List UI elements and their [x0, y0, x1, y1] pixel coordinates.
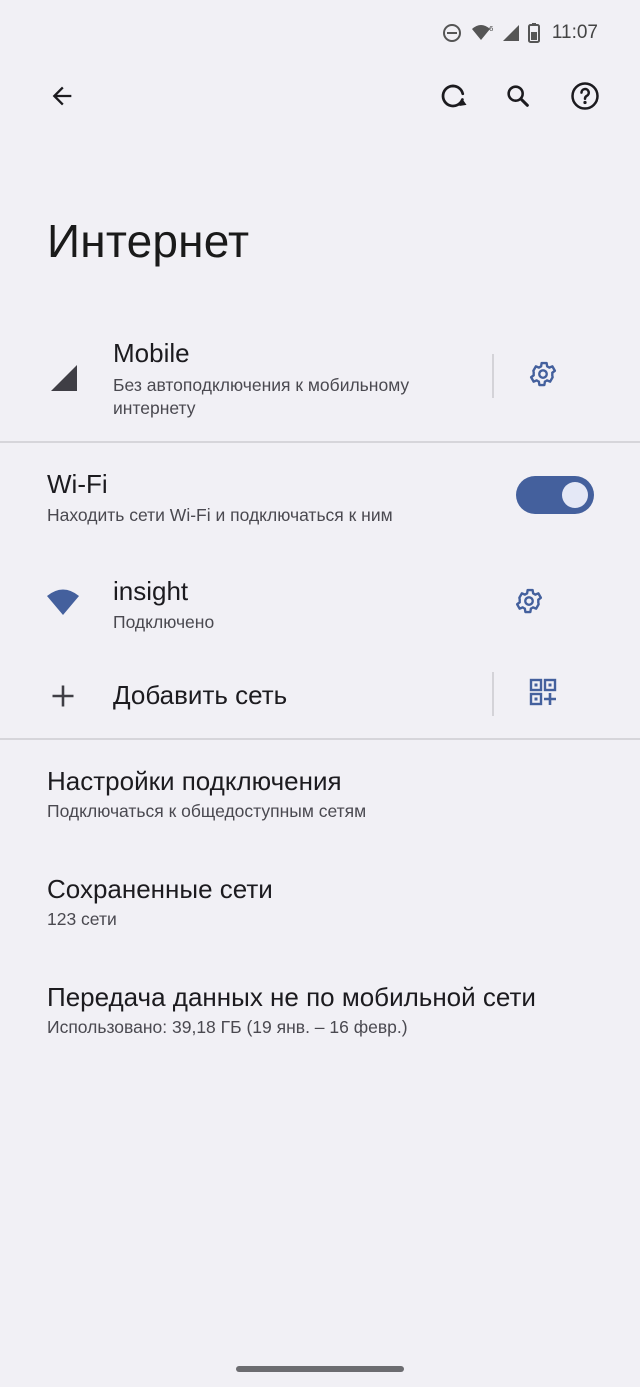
- non-mobile-data-row[interactable]: Передача данных не по мобильной сети Исп…: [0, 968, 640, 1062]
- connection-settings-subtitle: Подключаться к общедоступным сетям: [47, 801, 367, 821]
- connection-settings-title: Настройки подключения: [47, 766, 342, 796]
- network-status: Подключено: [113, 612, 215, 632]
- back-button[interactable]: [38, 74, 86, 122]
- plus-icon: [49, 682, 77, 715]
- section-divider: [0, 738, 640, 740]
- wifi-title: Wi-Fi: [47, 469, 108, 499]
- status-bar: 6 11:07: [0, 0, 640, 70]
- refresh-icon: [438, 81, 468, 116]
- gesture-nav-handle[interactable]: [236, 1366, 404, 1372]
- add-network-label: Добавить сеть: [113, 680, 288, 710]
- mobile-subtitle: Без автоподключения к мобильному интерне…: [113, 375, 410, 418]
- status-icons: 6 11:07: [442, 22, 598, 44]
- dnd-icon: [442, 23, 462, 43]
- top-app-bar: [0, 72, 640, 128]
- connection-settings-row[interactable]: Настройки подключения Подключаться к общ…: [0, 752, 640, 846]
- help-button[interactable]: [561, 74, 609, 122]
- saved-networks-subtitle: 123 сети: [47, 909, 117, 929]
- wifi-icon: 6: [470, 23, 494, 43]
- add-network-separator: [492, 672, 494, 716]
- page-title: Интернет: [47, 215, 250, 267]
- battery-icon: [527, 23, 540, 43]
- signal-icon: [502, 24, 520, 42]
- status-time: 11:07: [551, 22, 598, 43]
- help-icon: [570, 81, 600, 116]
- cell-signal-icon: [50, 364, 78, 397]
- wifi-subtitle: Находить сети Wi-Fi и подключаться к ним: [47, 505, 393, 525]
- refresh-button[interactable]: [429, 74, 477, 122]
- search-icon: [504, 82, 532, 115]
- mobile-separator: [492, 354, 494, 398]
- mobile-settings-button[interactable]: [519, 352, 567, 400]
- gear-icon: [514, 586, 544, 621]
- svg-text:6: 6: [489, 25, 494, 33]
- non-mobile-data-subtitle: Использовано: 39,18 ГБ (19 янв. – 16 фев…: [47, 1017, 408, 1037]
- wifi-toggle-knob: [562, 482, 588, 508]
- saved-networks-row[interactable]: Сохраненные сети 123 сети: [0, 860, 640, 954]
- wifi-icon: [46, 588, 80, 621]
- network-settings-button[interactable]: [505, 579, 553, 627]
- gear-icon: [528, 359, 558, 394]
- qr-add-icon: [529, 678, 557, 711]
- qr-add-network-button[interactable]: [519, 670, 567, 718]
- section-divider: [0, 441, 640, 443]
- non-mobile-data-title: Передача данных не по мобильной сети: [47, 982, 536, 1012]
- wifi-toggle[interactable]: [516, 476, 594, 514]
- search-button[interactable]: [494, 74, 542, 122]
- arrow-back-icon: [48, 82, 76, 115]
- saved-networks-title: Сохраненные сети: [47, 874, 273, 904]
- network-name: insight: [113, 576, 189, 606]
- mobile-title: Mobile: [113, 338, 190, 368]
